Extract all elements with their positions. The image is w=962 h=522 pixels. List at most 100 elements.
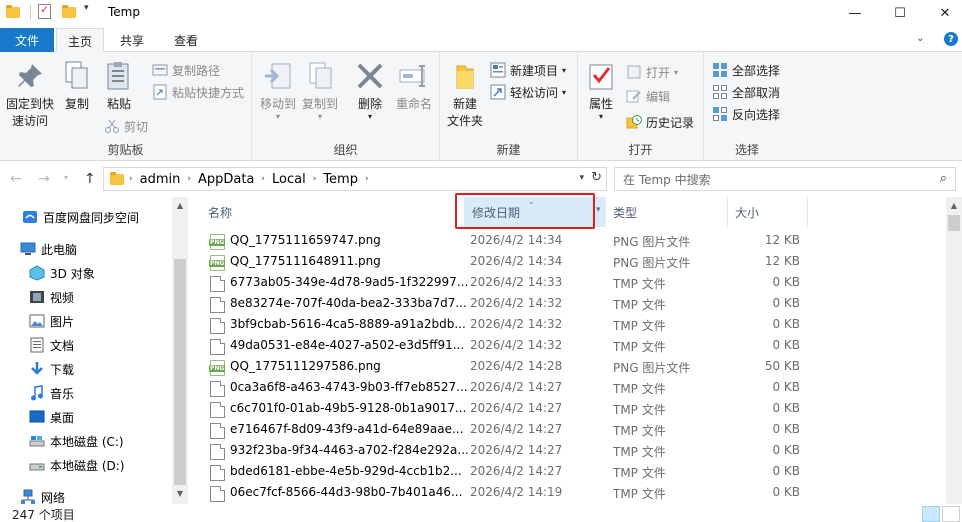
column-header-type[interactable]: 类型 [605,197,727,227]
file-row[interactable]: 0ca3a6f8-a463-4743-9b03-ff7eb8527... 2026… [188,378,958,399]
nav-item-baidu-cloud[interactable]: 百度网盘同步空间 [22,207,139,227]
copy-path-button[interactable]: 复制路径 [152,60,220,80]
minimize-button[interactable]: — [832,0,878,26]
up-arrow-icon[interactable]: ↑ [84,171,96,187]
nav-item-music[interactable]: 音乐 [29,383,74,403]
new-item-button[interactable]: 新建项目 ▾ [490,60,566,80]
invert-selection-button[interactable]: 反向选择 [712,104,780,124]
forward-arrow-icon[interactable]: → [38,171,50,187]
search-input[interactable]: 在 Temp 中搜索 ⌕ [614,167,956,191]
open-group: 属性 ▾ 打开 ▾ 编辑 历史记录 打开 [578,52,704,161]
properties-button[interactable]: 属性 ▾ [584,60,618,121]
copy-to-icon [304,60,336,92]
edit-button[interactable]: 编辑 [626,86,670,106]
crumb-separator-icon[interactable]: › [365,174,369,184]
file-row[interactable]: 932f23ba-9f34-4463-a702-f284e292a... 2026… [188,441,958,462]
select-all-button[interactable]: 全部选择 [712,60,780,80]
crumb-separator-icon[interactable]: › [261,174,265,184]
file-row[interactable]: e716467f-8d09-43f9-a41d-64e89aae... 2026/… [188,420,958,441]
collapse-ribbon-chevron-icon[interactable]: ⌄ [916,33,924,44]
file-list-scroll-thumb[interactable] [948,215,960,231]
file-row[interactable]: c6c701f0-01ab-49b5-9128-0b1a9017... 2026/… [188,399,958,420]
file-row[interactable]: bded6181-ebbe-4e5b-929d-4ccb1b2... 2026/4… [188,462,958,483]
file-date: 2026/4/2 14:34 [470,233,563,247]
nav-item-video[interactable]: 视频 [29,287,74,307]
search-icon[interactable]: ⌕ [940,171,947,186]
properties-quick-icon[interactable] [38,3,54,20]
nav-item-drive-c[interactable]: 本地磁盘 (C:) [29,431,124,451]
crumb-separator-icon[interactable]: › [313,174,317,184]
nav-item-downloads[interactable]: 下载 [29,359,74,379]
new-folder-quick-icon[interactable] [62,4,78,20]
delete-x-icon [354,60,386,92]
file-row[interactable]: 6773ab05-349e-4d78-9ad5-1f322997... 2026/… [188,273,958,294]
details-view-icon[interactable] [922,506,940,522]
file-date: 2026/4/2 14:34 [470,254,563,268]
file-scroll-up-icon[interactable]: ▲ [946,201,962,210]
nav-scroll-down-icon[interactable]: ▼ [172,489,188,498]
tab-share[interactable]: 共享 [108,28,156,52]
file-list-scrollbar[interactable] [946,197,962,504]
nav-item-documents[interactable]: 文档 [29,335,74,355]
breadcrumb-local[interactable]: Local [272,172,306,187]
file-row[interactable]: QQ_1775111648911.png 2026/4/2 14:34 PNG 图片… [188,252,958,273]
help-icon[interactable]: ? [944,32,958,46]
column-separator[interactable] [807,197,808,227]
address-history-chevron-icon[interactable]: ▾ [579,173,584,183]
open-button[interactable]: 打开 ▾ [626,62,678,82]
rename-button[interactable]: 重命名 [392,60,436,113]
paste-shortcut-button[interactable]: 粘贴快捷方式 [152,82,244,102]
nav-item-3d-objects[interactable]: 3D 对象 [29,263,95,283]
tab-home[interactable]: 主页 [56,28,104,53]
file-type: PNG 图片文件 [613,256,691,270]
address-bar[interactable]: › admin › AppData › Local › Temp › ▾ ↻ [103,167,607,191]
select-group: 全部选择 全部取消 反向选择 选择 [704,52,790,161]
breadcrumb-temp[interactable]: Temp [323,172,358,187]
nav-item-desktop[interactable]: 桌面 [29,407,74,427]
delete-button[interactable]: 删除 ▾ [350,60,390,121]
nav-item-drive-d[interactable]: 本地磁盘 (D:) [29,455,124,475]
easy-access-label: 轻松访问 [510,85,559,100]
back-arrow-icon[interactable]: ← [10,171,22,187]
file-type: PNG 图片文件 [613,361,691,375]
breadcrumb-admin[interactable]: admin [140,172,181,187]
close-button[interactable]: ✕ [922,0,962,26]
open-chevron-icon: ▾ [674,67,679,77]
breadcrumb-appdata[interactable]: AppData [198,172,254,187]
history-button[interactable]: 历史记录 [626,112,694,132]
file-row[interactable]: 49da0531-e84e-4027-a502-e3d5ff91... 2026/… [188,336,958,357]
file-row[interactable]: 8e83274e-707f-40da-bea2-333ba7d7... 2026/… [188,294,958,315]
new-folder-button[interactable]: 新建 文件夹 [444,60,486,130]
file-size: 0 KB [772,338,800,352]
copy-to-button[interactable]: 复制到 ▾ [300,60,340,121]
file-row[interactable]: 06ec7fcf-8566-44d3-98b0-7b401a46... 2026/… [188,483,958,504]
date-column-filter-chevron-icon[interactable]: ▾ [596,205,601,215]
maximize-button[interactable]: ☐ [877,0,923,26]
tab-file[interactable]: 文件 [0,28,54,52]
file-row[interactable]: 3bf9cbab-5616-4ca5-8889-a91a2bdb... 2026/… [188,315,958,336]
nav-item-pictures[interactable]: 图片 [29,311,74,331]
recent-locations-chevron-icon[interactable]: ▾ [64,173,68,182]
column-header-name[interactable]: 名称 [200,197,464,227]
crumb-separator-icon[interactable]: › [129,174,133,184]
paste-button[interactable]: 粘贴 [100,60,138,113]
file-row[interactable]: QQ_1775111297586.png 2026/4/2 14:28 PNG 图片… [188,357,958,378]
customize-quick-access-chevron-icon[interactable]: ▾ [84,3,89,13]
refresh-icon[interactable]: ↻ [591,170,602,185]
nav-scroll-up-icon[interactable]: ▲ [172,201,188,210]
crumb-separator-icon[interactable]: › [187,174,191,184]
pin-quick-access-button[interactable]: 固定到快 速访问 [4,60,56,130]
large-icons-view-icon[interactable] [942,506,960,522]
tab-view[interactable]: 查看 [162,28,210,52]
nav-pane-scroll-thumb[interactable] [174,259,186,485]
select-none-button[interactable]: 全部取消 [712,82,780,102]
nav-item-this-pc[interactable]: 此电脑 [20,239,77,259]
copy-button[interactable]: 复制 [60,60,94,113]
column-header-size[interactable]: 大小 [727,197,807,227]
move-to-button[interactable]: 移动到 ▾ [258,60,298,121]
file-name: 0ca3a6f8-a463-4743-9b03-ff7eb8527... [230,380,468,394]
tmp-file-icon [210,339,225,355]
file-row[interactable]: QQ_1775111659747.png 2026/4/2 14:34 PNG 图片… [188,231,958,252]
easy-access-button[interactable]: 轻松访问 ▾ [490,82,566,102]
cut-button[interactable]: 剪切 [104,116,148,136]
